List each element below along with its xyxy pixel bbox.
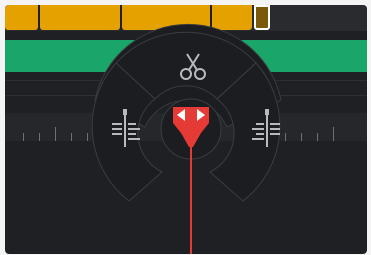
playhead-line	[190, 147, 192, 254]
timeline-viewport	[5, 5, 367, 254]
radial-tool-menu	[91, 23, 282, 254]
playhead-handle[interactable]	[173, 107, 209, 133]
